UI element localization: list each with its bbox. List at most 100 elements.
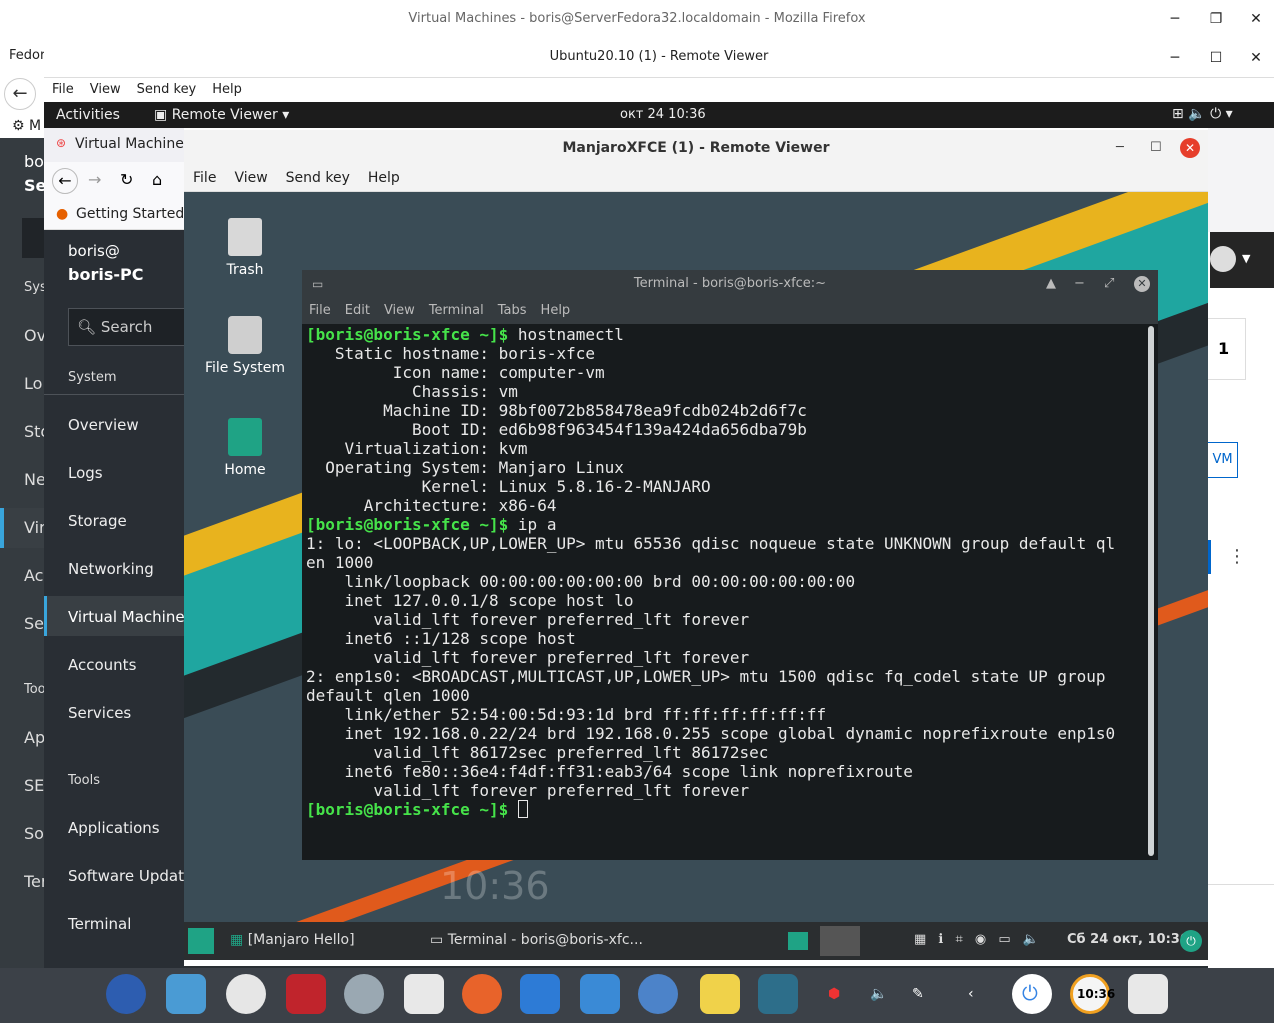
search-input[interactable]: 🔍︎ Search: [68, 308, 198, 346]
minimize-button[interactable]: ─: [1155, 39, 1195, 75]
close-button[interactable]: ✕: [1236, 39, 1274, 75]
nav-networking[interactable]: Networking: [68, 560, 154, 578]
gear-icon[interactable]: ⚙ M: [12, 118, 41, 134]
inner-browser-tab[interactable]: ⊛ Virtual Machines: [44, 128, 184, 162]
tray-icons[interactable]: ▦ ℹ ⌗ ◉ ▭ 🔈: [914, 932, 1043, 947]
workspace-1[interactable]: [788, 932, 808, 950]
nav-logs[interactable]: Logs: [68, 464, 103, 482]
outer-nav-item-selected[interactable]: Vir: [24, 518, 44, 537]
terminal-icon[interactable]: [286, 974, 326, 1014]
power-icon[interactable]: ⏻: [1012, 974, 1052, 1014]
minimize-button[interactable]: ─: [1155, 0, 1195, 36]
kebab-menu-icon[interactable]: ⋮: [1228, 546, 1246, 567]
menu-file[interactable]: File: [302, 298, 338, 323]
outer-nav-item[interactable]: Lo: [24, 374, 44, 393]
manjaro-menu-icon[interactable]: [188, 928, 214, 954]
shade-button[interactable]: ▲: [1046, 270, 1056, 298]
create-vm-button[interactable]: VM: [1208, 442, 1238, 478]
menu-edit[interactable]: Edit: [338, 298, 377, 323]
menu-file[interactable]: File: [184, 166, 225, 190]
recycle-icon[interactable]: [1128, 974, 1168, 1014]
outer-nav-item[interactable]: Ne: [24, 470, 44, 489]
app-icon[interactable]: ⬢: [828, 986, 840, 1002]
dns-icon[interactable]: [166, 974, 206, 1014]
fedora-icon[interactable]: [106, 974, 146, 1014]
menu-file[interactable]: File: [44, 78, 82, 101]
home-button[interactable]: ⌂: [152, 170, 162, 189]
forward-button[interactable]: →: [88, 170, 101, 189]
back-button[interactable]: ←: [52, 168, 78, 194]
qbittorrent-icon[interactable]: [638, 974, 678, 1014]
settings-icon[interactable]: [226, 974, 266, 1014]
collapse-icon[interactable]: ‹: [968, 986, 974, 1002]
back-button[interactable]: ←: [4, 78, 36, 110]
outer-nav-item[interactable]: Ter: [24, 872, 44, 891]
menu-send-key[interactable]: Send key: [277, 166, 359, 190]
outer-search[interactable]: [22, 218, 44, 258]
desktop-trash[interactable]: Trash: [190, 218, 300, 278]
menu-help[interactable]: Help: [204, 78, 250, 101]
menu-terminal[interactable]: Terminal: [422, 298, 491, 323]
reload-button[interactable]: ↻: [120, 170, 133, 189]
terminal-output[interactable]: [boris@boris-xfce ~]$ hostnamectl Static…: [302, 324, 1158, 860]
nav-virtual-machines[interactable]: Virtual Machines: [68, 608, 192, 626]
nav-terminal[interactable]: Terminal: [68, 915, 131, 933]
outer-nav-item[interactable]: So: [24, 824, 44, 843]
menu-view[interactable]: View: [82, 78, 129, 101]
app-menu[interactable]: ▣ Remote Viewer ▾: [154, 107, 289, 123]
line-text: Chassis: vm: [306, 382, 518, 401]
bookmark-getting-started[interactable]: Getting Started: [76, 206, 184, 222]
nav-applications[interactable]: Applications: [68, 819, 160, 837]
outer-nav-item[interactable]: Sto: [24, 422, 44, 441]
pen-icon[interactable]: ✎: [912, 986, 924, 1002]
desktop-home[interactable]: Home: [190, 418, 300, 478]
remote-viewer-icon[interactable]: [758, 974, 798, 1014]
menu-send-key[interactable]: Send key: [129, 78, 205, 101]
minimize-button[interactable]: ─: [1116, 130, 1124, 166]
maximize-button[interactable]: ⤢: [1104, 270, 1114, 298]
outer-nav-item[interactable]: Se: [24, 614, 44, 633]
maximize-button[interactable]: ☐: [1196, 39, 1236, 75]
system-tray[interactable]: ⊞ 🔈 ⏻ ▾: [1172, 106, 1233, 122]
menu-tabs[interactable]: Tabs: [491, 298, 534, 323]
activities-button[interactable]: Activities: [56, 107, 120, 123]
vmm-icon[interactable]: [404, 974, 444, 1014]
menu-help[interactable]: Help: [534, 298, 578, 323]
minimize-button[interactable]: −: [1074, 270, 1085, 298]
maximize-button[interactable]: ☐: [1150, 130, 1162, 166]
outer-nav-item[interactable]: Ov: [24, 326, 44, 345]
avatar[interactable]: [1210, 246, 1236, 272]
monitor-icon[interactable]: [580, 974, 620, 1014]
nav-accounts[interactable]: Accounts: [68, 656, 136, 674]
notes-icon[interactable]: [700, 974, 740, 1014]
power-icon[interactable]: ⏻: [1180, 930, 1202, 952]
firefox-icon[interactable]: [462, 974, 502, 1014]
nav-storage[interactable]: Storage: [68, 512, 127, 530]
menu-help[interactable]: Help: [359, 166, 409, 190]
close-button[interactable]: ✕: [1180, 138, 1200, 158]
maximize-button[interactable]: ❐: [1196, 0, 1236, 36]
clock-icon[interactable]: 10:36: [1070, 974, 1115, 1014]
taskbar-manjaro-hello[interactable]: ▦ [Manjaro Hello]: [230, 932, 355, 948]
close-button[interactable]: ✕: [1236, 0, 1274, 36]
nav-overview[interactable]: Overview: [68, 416, 139, 434]
desktop-file-system[interactable]: File System: [190, 316, 300, 376]
workspace-2[interactable]: [820, 926, 860, 956]
close-button[interactable]: ✕: [1134, 276, 1150, 292]
board-icon[interactable]: [520, 974, 560, 1014]
chevron-down-icon[interactable]: ▼: [1242, 252, 1250, 265]
gnome-clock[interactable]: окт 24 10:36: [620, 107, 706, 122]
taskbar-terminal[interactable]: ▭ Terminal - boris@boris-xfc...: [430, 932, 643, 948]
browser-tab[interactable]: Fedora: [0, 44, 44, 68]
menu-view[interactable]: View: [377, 298, 422, 323]
outer-nav-item[interactable]: Ap: [24, 728, 44, 747]
nav-services[interactable]: Services: [68, 704, 131, 722]
outer-nav-item[interactable]: SE: [24, 776, 44, 795]
menu-view[interactable]: View: [225, 166, 276, 190]
panel-clock[interactable]: Сб 24 окт, 10:36: [1067, 932, 1189, 947]
volume-icon[interactable]: 🔈: [870, 986, 887, 1002]
nav-software-updates[interactable]: Software Updates: [68, 867, 201, 885]
outer-nav-item[interactable]: Acc: [24, 566, 44, 585]
terminal-scrollbar[interactable]: [1148, 326, 1154, 856]
disk-icon[interactable]: [344, 974, 384, 1014]
